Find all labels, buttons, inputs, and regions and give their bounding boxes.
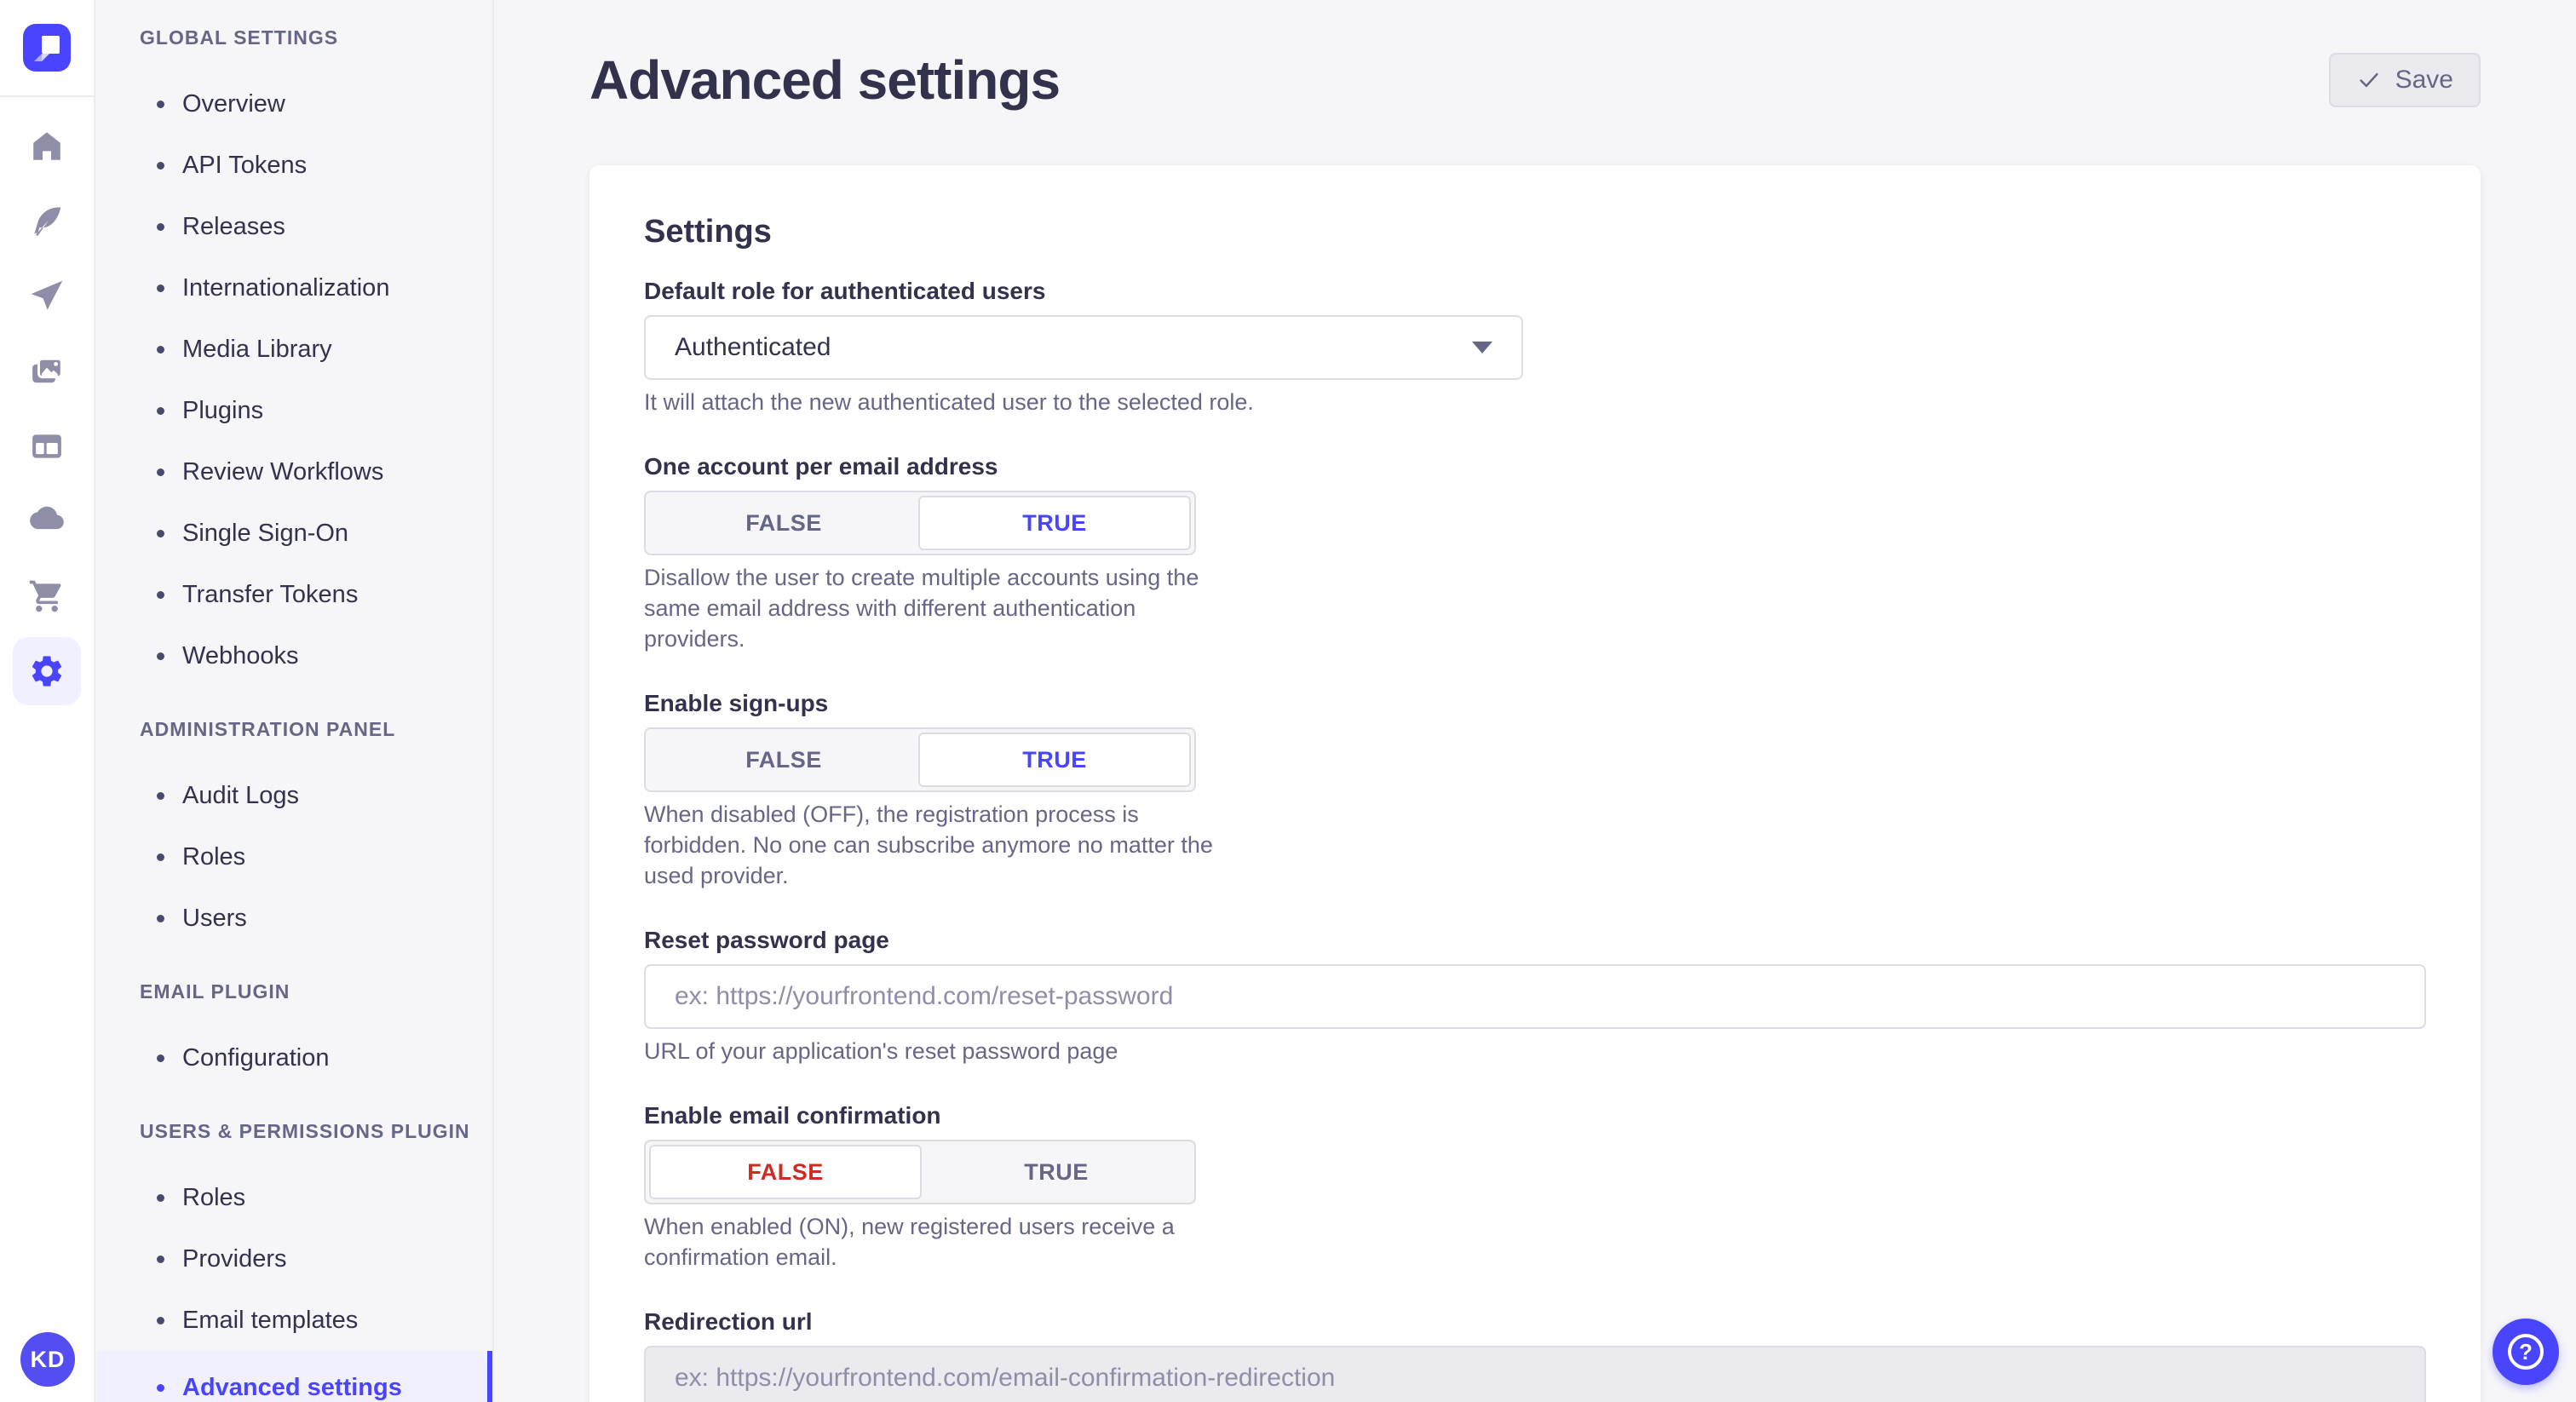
chevron-down-icon — [1472, 342, 1492, 353]
toggle-option-true[interactable]: TRUE — [918, 733, 1191, 787]
bullet-icon — [157, 1317, 164, 1324]
toggle-option-false[interactable]: FALSE — [649, 1145, 922, 1199]
nav-section-users-permissions-plugin: USERS & PERMISSIONS PLUGIN — [140, 1119, 492, 1143]
sidebar-item-email-templates[interactable]: Email templates — [97, 1290, 492, 1351]
toggle-option-false[interactable]: FALSE — [649, 496, 918, 550]
settings-card: Settings Default role for authenticated … — [589, 165, 2481, 1402]
bullet-icon — [157, 530, 164, 537]
field-hint: It will attach the new authenticated use… — [644, 387, 2426, 417]
nav-section-email-plugin: EMAIL PLUGIN — [140, 980, 492, 1003]
bullet-icon — [157, 101, 164, 108]
one-account-per-email-toggle: FALSE TRUE — [644, 491, 1196, 555]
nav-section-administration-panel: ADMINISTRATION PANEL — [140, 717, 492, 741]
field-label: Reset password page — [644, 928, 2426, 952]
sidebar-item-plugins[interactable]: Plugins — [97, 380, 492, 441]
settings-gear-icon[interactable] — [0, 634, 95, 709]
page-header: Advanced settings Save — [589, 0, 2481, 129]
sidebar-item-media-library[interactable]: Media Library — [97, 319, 492, 380]
send-icon[interactable] — [0, 259, 95, 334]
field-hint: URL of your application's reset password… — [644, 1036, 2426, 1066]
bullet-icon — [157, 1384, 164, 1392]
enable-email-confirmation-toggle: FALSE TRUE — [644, 1140, 1196, 1204]
field-hint: When disabled (OFF), the registration pr… — [644, 799, 1240, 891]
check-icon — [2356, 67, 2382, 93]
field-enable-email-confirmation: Enable email confirmation FALSE TRUE Whe… — [644, 1104, 2426, 1273]
bullet-icon — [157, 407, 164, 415]
toggle-option-false[interactable]: FALSE — [649, 733, 918, 787]
bullet-icon — [157, 1054, 164, 1062]
home-icon[interactable] — [0, 109, 95, 184]
bullet-icon — [157, 1255, 164, 1263]
field-label: Default role for authenticated users — [644, 279, 2426, 303]
sidebar-item-up-roles[interactable]: Roles — [97, 1167, 492, 1228]
active-icon-highlight — [13, 637, 81, 705]
bullet-icon — [157, 346, 164, 353]
cart-icon[interactable] — [0, 559, 95, 634]
select-value: Authenticated — [675, 333, 831, 362]
sidebar-item-api-tokens[interactable]: API Tokens — [97, 135, 492, 196]
bullet-icon — [157, 792, 164, 800]
bullet-icon — [157, 162, 164, 170]
bullet-icon — [157, 468, 164, 476]
icon-rail: KD — [0, 0, 95, 1402]
bullet-icon — [157, 915, 164, 922]
media-library-icon[interactable] — [0, 334, 95, 409]
save-button[interactable]: Save — [2329, 53, 2481, 107]
quill-icon[interactable] — [0, 184, 95, 259]
enable-sign-ups-toggle: FALSE TRUE — [644, 727, 1196, 792]
field-hint: When enabled (ON), new registered users … — [644, 1211, 1240, 1273]
reset-password-page-input[interactable] — [644, 964, 2426, 1029]
cloud-icon[interactable] — [0, 484, 95, 559]
sidebar-item-providers[interactable]: Providers — [97, 1228, 492, 1290]
field-redirection-url: Redirection url — [644, 1310, 2426, 1402]
field-label: One account per email address — [644, 455, 2426, 479]
field-default-role: Default role for authenticated users Aut… — [644, 279, 2426, 417]
field-reset-password-page: Reset password page URL of your applicat… — [644, 928, 2426, 1066]
app-window: KD GLOBAL SETTINGS Overview API Tokens R… — [0, 0, 2576, 1402]
card-heading: Settings — [644, 213, 2426, 250]
field-label: Enable email confirmation — [644, 1104, 2426, 1128]
field-enable-sign-ups: Enable sign-ups FALSE TRUE When disabled… — [644, 692, 2426, 891]
toggle-option-true[interactable]: TRUE — [922, 1145, 1191, 1199]
main-content: Advanced settings Save Settings Default … — [494, 0, 2576, 1402]
bullet-icon — [157, 652, 164, 660]
field-label: Redirection url — [644, 1310, 2426, 1334]
field-label: Enable sign-ups — [644, 692, 2426, 715]
question-mark-icon: ? — [2508, 1334, 2544, 1370]
redirection-url-input[interactable] — [644, 1346, 2426, 1402]
sidebar-item-single-sign-on[interactable]: Single Sign-On — [97, 503, 492, 564]
settings-nav: GLOBAL SETTINGS Overview API Tokens Rele… — [97, 0, 494, 1402]
avatar[interactable]: KD — [20, 1332, 75, 1387]
bullet-icon — [157, 591, 164, 599]
sidebar-item-review-workflows[interactable]: Review Workflows — [97, 441, 492, 503]
bullet-icon — [157, 284, 164, 292]
sidebar-item-releases[interactable]: Releases — [97, 196, 492, 257]
sidebar-item-audit-logs[interactable]: Audit Logs — [97, 765, 492, 826]
sidebar-item-internationalization[interactable]: Internationalization — [97, 257, 492, 319]
toggle-option-true[interactable]: TRUE — [918, 496, 1191, 550]
help-button[interactable]: ? — [2493, 1319, 2559, 1385]
sidebar-item-admin-roles[interactable]: Roles — [97, 826, 492, 888]
sidebar-item-advanced-settings[interactable]: Advanced settings — [97, 1351, 492, 1402]
strapi-logo[interactable] — [0, 0, 95, 97]
field-hint: Disallow the user to create multiple acc… — [644, 562, 1240, 654]
sidebar-item-admin-users[interactable]: Users — [97, 888, 492, 949]
layout-icon[interactable] — [0, 409, 95, 484]
bullet-icon — [157, 223, 164, 231]
page-title: Advanced settings — [589, 49, 1060, 112]
sidebar-item-transfer-tokens[interactable]: Transfer Tokens — [97, 564, 492, 625]
bullet-icon — [157, 853, 164, 861]
sidebar-item-email-configuration[interactable]: Configuration — [97, 1027, 492, 1089]
bullet-icon — [157, 1194, 164, 1202]
default-role-select[interactable]: Authenticated — [644, 315, 1523, 380]
nav-section-global-settings: GLOBAL SETTINGS — [140, 26, 492, 49]
sidebar-item-webhooks[interactable]: Webhooks — [97, 625, 492, 687]
field-one-account-per-email: One account per email address FALSE TRUE… — [644, 455, 2426, 654]
sidebar-item-overview[interactable]: Overview — [97, 73, 492, 135]
